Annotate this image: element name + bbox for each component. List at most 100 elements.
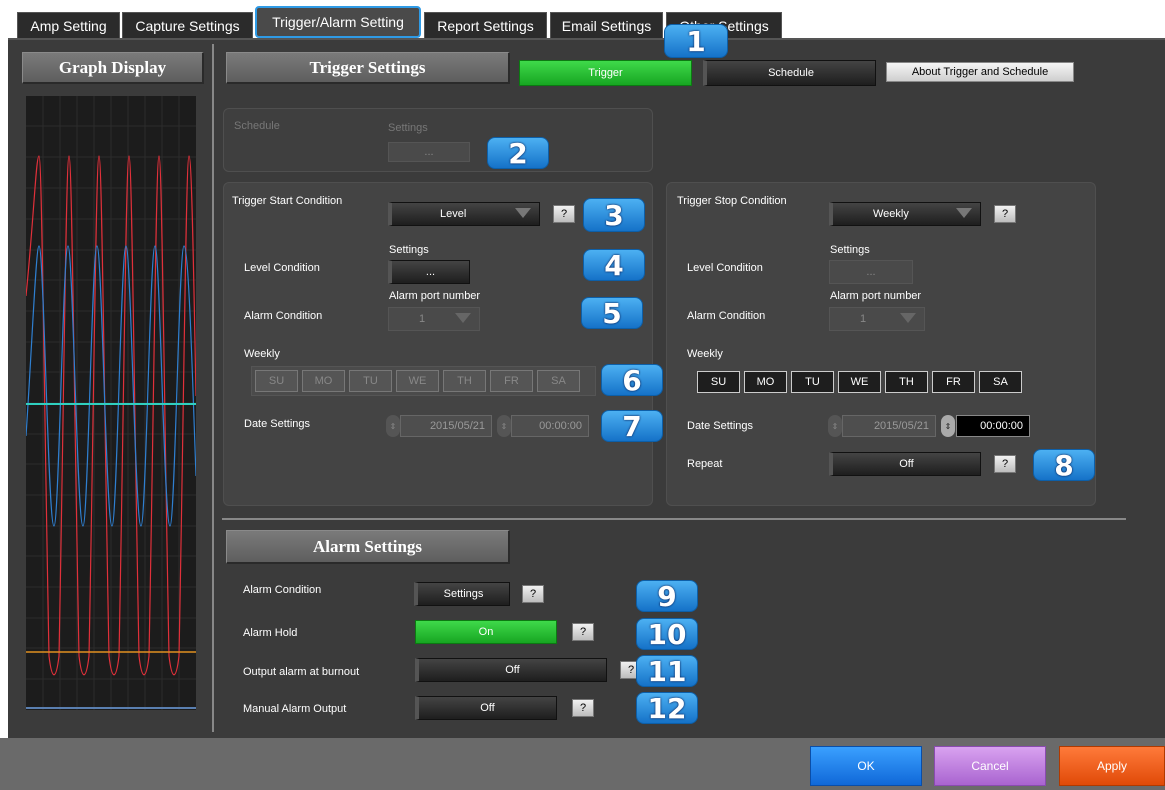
start-date-spinner-icon[interactable]: ⇕: [386, 415, 400, 437]
alarm-hold-help-button[interactable]: ?: [572, 623, 594, 641]
start-level-condition-button[interactable]: ...: [388, 260, 470, 284]
burnout-alarm-toggle[interactable]: Off: [415, 658, 607, 682]
callout-badge-6: 6: [601, 364, 663, 397]
stop-weekly-days: SU MO TU WE TH FR SA: [694, 368, 1038, 398]
trigger-start-help-button[interactable]: ?: [553, 205, 575, 223]
callout-badge-10: 10: [636, 618, 698, 651]
stop-alarm-port-dropdown[interactable]: 1: [829, 307, 925, 331]
stop-day-tu[interactable]: TU: [791, 371, 834, 393]
burnout-alarm-label: Output alarm at burnout: [243, 666, 360, 678]
manual-alarm-output-toggle[interactable]: Off: [415, 696, 557, 720]
stop-date-settings-label: Date Settings: [687, 420, 754, 432]
callout-badge-11: 11: [636, 655, 698, 688]
schedule-settings-label: Settings: [388, 122, 428, 134]
horizontal-divider: [222, 518, 1126, 520]
callout-badge-9: 9: [636, 580, 698, 613]
tab-capture-settings[interactable]: Capture Settings: [122, 12, 253, 38]
start-day-we[interactable]: WE: [396, 370, 439, 392]
trigger-mode-button[interactable]: Trigger: [519, 60, 692, 86]
schedule-panel: [223, 108, 653, 172]
alarm-condition-settings-button[interactable]: Settings: [414, 582, 510, 606]
repeat-label: Repeat: [687, 458, 723, 470]
callout-badge-8: 8: [1033, 449, 1095, 482]
start-date-field[interactable]: 2015/05/21: [400, 415, 492, 437]
schedule-mode-button[interactable]: Schedule: [703, 60, 876, 86]
stop-day-we[interactable]: WE: [838, 371, 881, 393]
stop-day-th[interactable]: TH: [885, 371, 928, 393]
graph-plot: [25, 96, 197, 710]
about-trigger-schedule-button[interactable]: About Trigger and Schedule: [886, 62, 1074, 82]
start-day-th[interactable]: TH: [443, 370, 486, 392]
stop-alarm-condition-label: Alarm Condition: [687, 310, 766, 322]
start-day-tu[interactable]: TU: [349, 370, 392, 392]
stop-level-condition-button[interactable]: ...: [829, 260, 913, 284]
start-alarm-condition-label: Alarm Condition: [244, 310, 323, 322]
callout-badge-7: 7: [601, 410, 663, 443]
trigger-stop-help-button[interactable]: ?: [994, 205, 1016, 223]
start-day-fr[interactable]: FR: [490, 370, 533, 392]
repeat-toggle-button[interactable]: Off: [829, 452, 981, 476]
chevron-down-icon: [956, 208, 972, 218]
callout-badge-12: 12: [636, 692, 698, 725]
start-day-mo[interactable]: MO: [302, 370, 345, 392]
trigger-stop-title: Trigger Stop Condition: [677, 195, 787, 207]
apply-button[interactable]: Apply: [1059, 746, 1165, 786]
trigger-stop-condition-value: Weekly: [873, 208, 909, 220]
manual-alarm-help-button[interactable]: ?: [572, 699, 594, 717]
start-time-spinner-icon[interactable]: ⇕: [497, 415, 511, 437]
ok-button[interactable]: OK: [810, 746, 922, 786]
schedule-settings-button[interactable]: ...: [388, 142, 470, 162]
start-time-field[interactable]: 00:00:00: [511, 415, 589, 437]
manual-alarm-output-label: Manual Alarm Output: [243, 703, 347, 715]
stop-date-spinner-icon[interactable]: ⇕: [828, 415, 842, 437]
stop-date-field[interactable]: 2015/05/21: [842, 415, 936, 437]
start-alarm-port-dropdown[interactable]: 1: [388, 307, 480, 331]
tab-bar: Amp Setting Capture Settings Trigger/Ala…: [0, 0, 1165, 38]
chevron-down-icon: [900, 313, 916, 323]
stop-alarm-port-value: 1: [860, 313, 867, 325]
repeat-help-button[interactable]: ?: [994, 455, 1016, 473]
start-day-su[interactable]: SU: [255, 370, 298, 392]
trigger-start-condition-value: Level: [440, 208, 467, 220]
start-weekly-label: Weekly: [244, 348, 280, 360]
stop-day-su[interactable]: SU: [697, 371, 740, 393]
stop-day-sa[interactable]: SA: [979, 371, 1022, 393]
start-alarm-port-label: Alarm port number: [389, 290, 481, 302]
alarm-hold-toggle[interactable]: On: [415, 620, 557, 644]
trigger-stop-condition-dropdown[interactable]: Weekly: [829, 202, 981, 226]
callout-badge-3: 3: [583, 198, 645, 232]
stop-settings-label: Settings: [830, 244, 870, 256]
tab-email-settings[interactable]: Email Settings: [550, 12, 663, 38]
start-alarm-port-value: 1: [419, 313, 426, 325]
alarm-hold-label: Alarm Hold: [243, 627, 298, 639]
stop-alarm-port-label: Alarm port number: [830, 290, 922, 302]
stop-level-condition-label: Level Condition: [687, 262, 763, 274]
start-settings-label: Settings: [389, 244, 429, 256]
stop-day-mo[interactable]: MO: [744, 371, 787, 393]
start-day-sa[interactable]: SA: [537, 370, 580, 392]
trigger-start-condition-dropdown[interactable]: Level: [388, 202, 540, 226]
tab-amp-setting[interactable]: Amp Setting: [17, 12, 120, 38]
start-date-settings-label: Date Settings: [244, 418, 311, 430]
schedule-label: Schedule: [234, 120, 280, 132]
graph-display: [25, 96, 197, 710]
callout-badge-5: 5: [581, 297, 643, 330]
chevron-down-icon: [455, 313, 471, 323]
stop-time-field[interactable]: 00:00:00: [956, 415, 1030, 437]
start-level-condition-label: Level Condition: [244, 262, 320, 274]
callout-badge-1: 1: [664, 24, 728, 58]
graph-display-header: Graph Display: [22, 52, 204, 84]
stop-day-fr[interactable]: FR: [932, 371, 975, 393]
start-weekly-days: SU MO TU WE TH FR SA: [251, 366, 596, 396]
cancel-button[interactable]: Cancel: [934, 746, 1046, 786]
callout-badge-2: 2: [487, 137, 549, 170]
tab-trigger-alarm-setting[interactable]: Trigger/Alarm Setting: [255, 6, 421, 38]
callout-badge-4: 4: [583, 249, 645, 282]
trigger-settings-header: Trigger Settings: [226, 52, 510, 84]
stop-weekly-label: Weekly: [687, 348, 723, 360]
stop-time-spinner-icon[interactable]: ⇕: [941, 415, 955, 437]
alarm-condition-help-button[interactable]: ?: [522, 585, 544, 603]
alarm-settings-header: Alarm Settings: [226, 530, 510, 564]
tab-report-settings[interactable]: Report Settings: [424, 12, 547, 38]
alarm-condition-label: Alarm Condition: [243, 584, 322, 596]
